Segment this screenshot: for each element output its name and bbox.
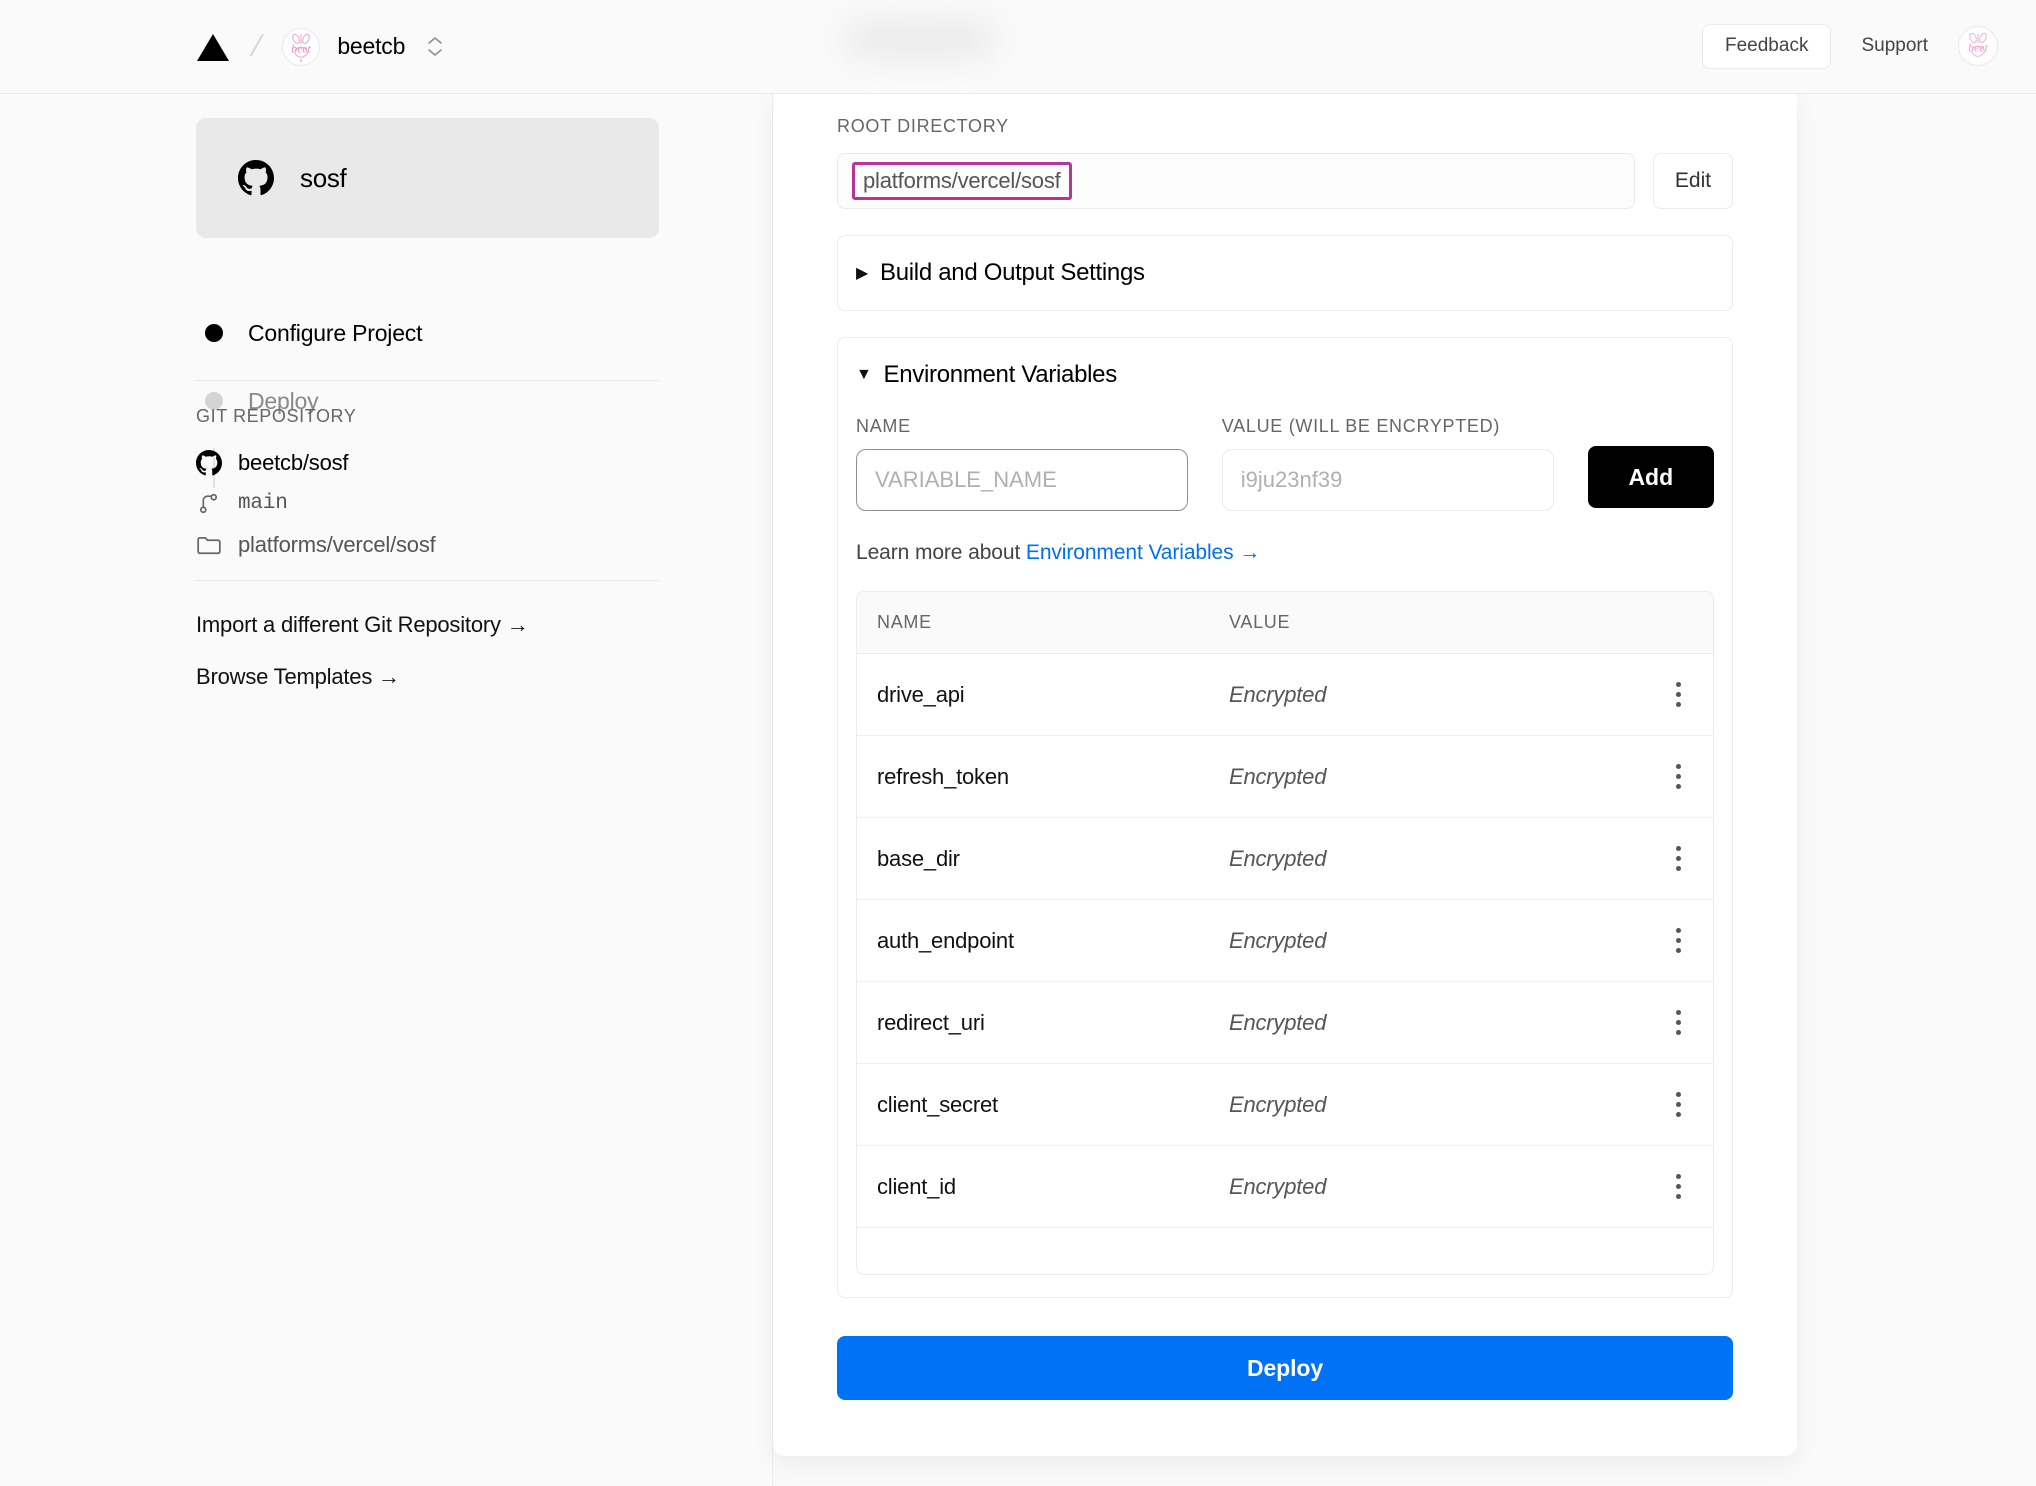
vercel-triangle-icon[interactable]	[196, 32, 230, 62]
env-var-value: Encrypted	[1229, 928, 1643, 954]
configure-project-card: ROOT DIRECTORY platforms/vercel/sosf Edi…	[773, 94, 1797, 1456]
environment-variables-table: NAME VALUE drive_api Encrypted refresh_t…	[856, 591, 1714, 1275]
git-row-branch: main	[196, 490, 288, 516]
org-beet-logo-icon[interactable]: beet	[282, 28, 320, 66]
env-var-name: auth_endpoint	[857, 928, 1229, 954]
github-icon	[238, 160, 274, 196]
learn-more-prefix: Learn more about	[856, 541, 1026, 564]
kebab-menu-icon[interactable]	[1643, 846, 1713, 871]
env-value-column: VALUE (WILL BE ENCRYPTED)	[1222, 416, 1554, 511]
kebab-menu-icon[interactable]	[1643, 682, 1713, 707]
env-var-name: client_secret	[857, 1092, 1229, 1118]
build-output-settings-label: Build and Output Settings	[880, 259, 1145, 287]
env-var-name: client_id	[857, 1174, 1229, 1200]
table-row: client_secret Encrypted	[857, 1064, 1713, 1146]
env-value-label: VALUE (WILL BE ENCRYPTED)	[1222, 416, 1554, 437]
git-row-repository: beetcb/sosf	[196, 450, 348, 476]
root-directory-input[interactable]: platforms/vercel/sosf	[837, 153, 1635, 209]
table-row: base_dir Encrypted	[857, 818, 1713, 900]
environment-variables-accordion: ▼ Environment Variables NAME VALUE (WILL…	[837, 337, 1733, 1298]
github-icon	[196, 450, 222, 476]
table-row: client_id Encrypted	[857, 1146, 1713, 1228]
chevron-right-icon: ▶	[856, 263, 868, 283]
build-output-settings-header[interactable]: ▶ Build and Output Settings	[838, 236, 1732, 310]
env-var-value: Encrypted	[1229, 1174, 1643, 1200]
sidebar-divider-bottom	[196, 580, 659, 581]
env-var-value: Encrypted	[1229, 1010, 1643, 1036]
support-link[interactable]: Support	[1861, 35, 1928, 57]
header-breadcrumb: / beet beetcb	[196, 28, 443, 66]
env-var-value: Encrypted	[1229, 846, 1643, 872]
environment-variables-header[interactable]: ▼ Environment Variables	[838, 338, 1732, 412]
git-branch-name: main	[238, 492, 288, 515]
kebab-menu-icon[interactable]	[1643, 764, 1713, 789]
user-avatar[interactable]: beet	[1958, 26, 1998, 66]
step-dot-active	[205, 324, 223, 342]
env-var-name: redirect_uri	[857, 1010, 1229, 1036]
root-directory-row: platforms/vercel/sosf Edit	[837, 153, 1733, 209]
chevron-down-icon: ▼	[856, 366, 872, 384]
svg-text:beet: beet	[1968, 42, 1988, 55]
breadcrumb-separator: /	[248, 32, 265, 62]
root-directory-value: platforms/vercel/sosf	[852, 162, 1072, 200]
env-var-add-row: NAME VALUE (WILL BE ENCRYPTED) Add	[856, 416, 1714, 511]
selected-repo-card: sosf	[196, 118, 659, 238]
left-sidebar: sosf Configure Project Deploy GIT REPOSI…	[0, 94, 773, 1486]
env-value-input[interactable]	[1222, 449, 1554, 511]
git-row-directory: platforms/vercel/sosf	[196, 532, 436, 558]
env-var-name: base_dir	[857, 846, 1229, 872]
table-row: auth_endpoint Encrypted	[857, 900, 1713, 982]
kebab-menu-icon[interactable]	[1643, 1174, 1713, 1199]
table-row: redirect_uri Encrypted	[857, 982, 1713, 1064]
feedback-button[interactable]: Feedback	[1702, 24, 1831, 69]
env-var-value: Encrypted	[1229, 682, 1643, 708]
root-directory-label: ROOT DIRECTORY	[837, 116, 1733, 137]
table-row: drive_api Encrypted	[857, 654, 1713, 736]
git-directory-path: platforms/vercel/sosf	[238, 532, 436, 558]
browse-templates-link[interactable]: Browse Templates →	[196, 664, 400, 690]
git-branch-icon	[196, 490, 222, 516]
table-header-row: NAME VALUE	[857, 592, 1713, 654]
repo-card-name: sosf	[300, 163, 346, 194]
environment-variables-label: Environment Variables	[884, 361, 1117, 389]
git-repo-name: beetcb/sosf	[238, 450, 348, 476]
environment-variables-body: NAME VALUE (WILL BE ENCRYPTED) Add Learn…	[838, 412, 1732, 1297]
table-filler	[857, 1228, 1713, 1274]
environment-variables-doc-link[interactable]: Environment Variables →	[1026, 541, 1260, 564]
sidebar-divider-top	[196, 380, 659, 381]
step-configure-project[interactable]: Configure Project	[205, 318, 422, 348]
git-repository-heading: GIT REPOSITORY	[196, 406, 356, 427]
env-var-name: drive_api	[857, 682, 1229, 708]
edit-root-directory-button[interactable]: Edit	[1653, 153, 1733, 209]
org-name-label: beetcb	[337, 33, 405, 60]
kebab-menu-icon[interactable]	[1643, 928, 1713, 953]
build-output-settings-accordion[interactable]: ▶ Build and Output Settings	[837, 235, 1733, 311]
import-different-repo-link[interactable]: Import a different Git Repository →	[196, 612, 529, 638]
env-var-value: Encrypted	[1229, 1092, 1643, 1118]
learn-more-text: Learn more about Environment Variables →	[856, 541, 1714, 565]
env-var-name: refresh_token	[857, 764, 1229, 790]
step-label: Configure Project	[248, 320, 422, 347]
kebab-menu-icon[interactable]	[1643, 1010, 1713, 1035]
blurred-background-element	[845, 22, 995, 56]
table-header-name: NAME	[857, 612, 1229, 633]
header-actions: Feedback Support beet	[1702, 24, 1998, 69]
env-name-label: NAME	[856, 416, 1188, 437]
deploy-button[interactable]: Deploy	[837, 1336, 1733, 1400]
progress-steps: Configure Project Deploy	[205, 318, 422, 416]
table-header-value: VALUE	[1229, 612, 1713, 633]
env-name-column: NAME	[856, 416, 1188, 511]
add-env-var-button[interactable]: Add	[1588, 446, 1714, 508]
folder-icon	[196, 532, 222, 558]
env-name-input[interactable]	[856, 449, 1188, 511]
table-row: refresh_token Encrypted	[857, 736, 1713, 818]
app-header: / beet beetcb Feedback Support	[0, 0, 2036, 94]
svg-text:beet: beet	[292, 42, 312, 55]
env-var-value: Encrypted	[1229, 764, 1643, 790]
kebab-menu-icon[interactable]	[1643, 1092, 1713, 1117]
chevron-up-down-icon[interactable]	[427, 36, 443, 57]
